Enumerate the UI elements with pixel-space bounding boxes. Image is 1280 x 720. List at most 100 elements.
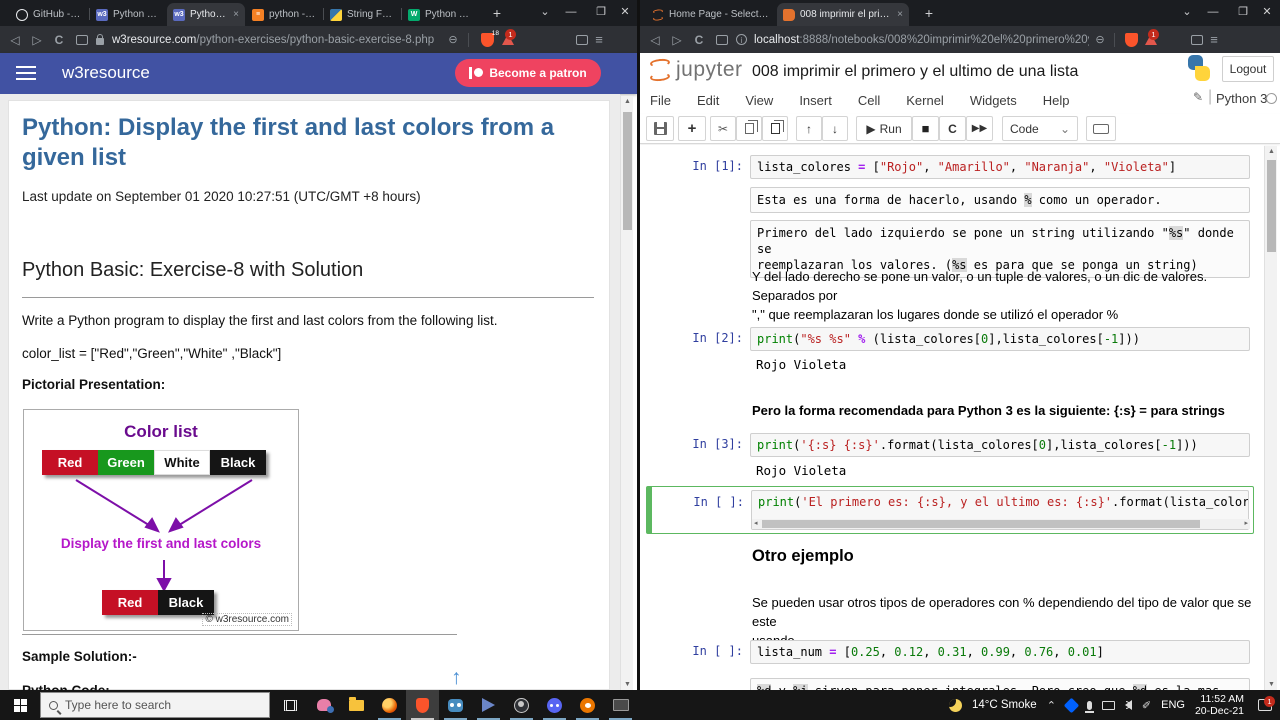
- markdown-cell-1[interactable]: Y del lado derecho se pone un valor, o u…: [752, 267, 1257, 324]
- maximize-button[interactable]: ❐: [1228, 0, 1258, 25]
- run-button[interactable]: ▶ Run: [856, 116, 912, 141]
- display-icon[interactable]: [1101, 700, 1115, 710]
- microphone-icon[interactable]: [1084, 700, 1094, 713]
- taskbar-app-obs[interactable]: [505, 690, 538, 720]
- stop-button[interactable]: ■: [912, 116, 939, 141]
- tab-stackoverflow[interactable]: ≡ python - How: [246, 3, 322, 26]
- close-button[interactable]: ✕: [613, 0, 637, 25]
- code-cell-1[interactable]: lista_colores = ["Rojo", "Amarillo", "Na…: [750, 155, 1250, 179]
- dropbox-icon[interactable]: [1063, 697, 1080, 713]
- browser-menu-icon[interactable]: ≡: [1203, 32, 1225, 47]
- scrollbar-right-window[interactable]: ▲ ▼: [1264, 146, 1277, 690]
- extension-icon[interactable]: 1: [502, 29, 516, 45]
- new-tab-button[interactable]: +: [918, 2, 940, 24]
- menu-widgets[interactable]: Widgets: [970, 93, 1017, 108]
- tab-python-basic[interactable]: w3 Python Basic: E: [90, 3, 166, 26]
- brave-shield-icon[interactable]: [1125, 32, 1138, 47]
- raw-cell-3[interactable]: %d y %i sirven para poner integrales. Pe…: [750, 678, 1250, 690]
- tab-github[interactable]: GitHub - javie: [10, 3, 88, 26]
- tab-string-format[interactable]: String Formatt: [324, 3, 400, 26]
- maximize-button[interactable]: ❐: [586, 0, 616, 25]
- weather-text[interactable]: 14°C Smoke: [972, 699, 1037, 711]
- edit-pencil-icon[interactable]: ✎: [1193, 90, 1203, 104]
- tab-close-icon[interactable]: ×: [897, 9, 903, 20]
- reload-icon[interactable]: C: [48, 33, 70, 47]
- jupyter-logo[interactable]: jupyter: [648, 57, 743, 83]
- notebook-title[interactable]: 008 imprimir el primero y el ultimo de u…: [752, 63, 1078, 81]
- forward-icon[interactable]: ▷: [26, 33, 48, 47]
- start-button[interactable]: [0, 690, 40, 720]
- back-to-top-arrow[interactable]: ↑: [451, 666, 462, 690]
- taskbar-app-blender[interactable]: [571, 690, 604, 720]
- menu-help[interactable]: Help: [1043, 93, 1070, 108]
- sidebar-icon[interactable]: [576, 34, 588, 45]
- notification-center-icon[interactable]: 1: [1258, 696, 1275, 711]
- tab-close-icon[interactable]: ×: [233, 9, 239, 20]
- taskbar-clock[interactable]: 11:52 AM 20-Dec-21: [1195, 693, 1244, 717]
- zoom-indicator-icon[interactable]: ⊖: [442, 33, 464, 46]
- hamburger-menu-icon[interactable]: [16, 66, 36, 84]
- horizontal-scrollbar[interactable]: ◂ ▸: [752, 519, 1250, 529]
- reload-icon[interactable]: C: [688, 33, 710, 47]
- forward-icon[interactable]: ▷: [666, 33, 688, 47]
- taskbar-app-discord[interactable]: [538, 690, 571, 720]
- taskbar-search[interactable]: Type here to search: [40, 692, 270, 718]
- zoom-indicator-icon[interactable]: ⊖: [1089, 33, 1111, 46]
- raw-cell-1[interactable]: Esta es una forma de hacerlo, usando % c…: [750, 187, 1250, 213]
- url-text[interactable]: localhost:8888/notebooks/008%20imprimir%…: [754, 34, 1089, 46]
- move-up-button[interactable]: ↑: [796, 116, 822, 141]
- copy-cell-button[interactable]: [736, 116, 762, 141]
- browser-menu-icon[interactable]: ≡: [588, 32, 610, 47]
- add-cell-button[interactable]: +: [678, 116, 706, 141]
- tab-python-string[interactable]: W Python String: [402, 3, 478, 26]
- taskbar-app-firefox[interactable]: [373, 690, 406, 720]
- logout-button[interactable]: Logout: [1222, 56, 1274, 82]
- bookmark-icon[interactable]: [716, 34, 728, 45]
- cell-type-dropdown[interactable]: Code ⌄: [1002, 116, 1078, 141]
- code-cell-5[interactable]: lista_num = [0.25, 0.12, 0.31, 0.99, 0.7…: [750, 640, 1250, 664]
- w3resource-brand[interactable]: w3resource: [62, 63, 150, 83]
- selected-code-cell[interactable]: In [ ]: print('El primero es: {:s}, y el…: [646, 486, 1254, 534]
- menu-view[interactable]: View: [745, 93, 773, 108]
- speaker-icon[interactable]: [1124, 700, 1132, 710]
- extension-icon[interactable]: 1: [1145, 29, 1159, 45]
- url-text[interactable]: w3resource.com/python-exercises/python-b…: [112, 34, 442, 46]
- close-button[interactable]: ✕: [1255, 0, 1279, 25]
- save-button[interactable]: [646, 116, 674, 141]
- bookmark-icon[interactable]: [76, 34, 88, 45]
- new-tab-button[interactable]: +: [486, 2, 508, 24]
- restart-kernel-button[interactable]: C: [939, 116, 966, 141]
- menu-kernel[interactable]: Kernel: [906, 93, 944, 108]
- cut-cell-button[interactable]: ✂: [710, 116, 736, 141]
- code-cell-2[interactable]: print("%s %s" % (lista_colores[0],lista_…: [750, 327, 1250, 351]
- tab-jupyter-home[interactable]: Home Page - Select or create a noteb: [646, 3, 776, 26]
- restart-run-all-button[interactable]: ▶▶: [966, 116, 993, 141]
- code-cell-3[interactable]: print('{:s} {:s}'.format(lista_colores[0…: [750, 433, 1250, 457]
- url-bar-right[interactable]: ◁ ▷ C i localhost:8888/notebooks/008%20i…: [640, 26, 1280, 53]
- tab-python-display-active[interactable]: w3 Python: Di ×: [167, 3, 245, 26]
- markdown-cell-2[interactable]: Pero la forma recomendada para Python 3 …: [752, 401, 1257, 420]
- move-down-button[interactable]: ↓: [822, 116, 848, 141]
- menu-cell[interactable]: Cell: [858, 93, 880, 108]
- task-view-button[interactable]: [274, 690, 307, 720]
- taskbar-app-paint3d[interactable]: [307, 690, 340, 720]
- paste-cell-button[interactable]: [762, 116, 788, 141]
- language-indicator[interactable]: ENG: [1161, 699, 1185, 711]
- taskbar-app-engine-blue[interactable]: [472, 690, 505, 720]
- menu-file[interactable]: File: [650, 93, 671, 108]
- minimize-button[interactable]: —: [556, 0, 586, 25]
- site-info-icon[interactable]: i: [736, 34, 747, 45]
- url-bar-left[interactable]: ◁ ▷ C w3resource.com/python-exercises/py…: [0, 26, 637, 53]
- minimize-button[interactable]: —: [1198, 0, 1228, 25]
- menu-insert[interactable]: Insert: [799, 93, 832, 108]
- back-icon[interactable]: ◁: [644, 33, 666, 47]
- taskbar-app-explorer[interactable]: [340, 690, 373, 720]
- menu-edit[interactable]: Edit: [697, 93, 719, 108]
- command-palette-button[interactable]: [1086, 116, 1116, 141]
- weather-icon[interactable]: [949, 698, 962, 712]
- scrollbar-left-window[interactable]: ▲ ▼: [620, 96, 633, 690]
- tab-notebook-active[interactable]: 008 imprimir el primero y el ultim ×: [777, 3, 909, 26]
- taskbar-app-brave[interactable]: [406, 690, 439, 720]
- sidebar-icon[interactable]: [1191, 34, 1203, 45]
- taskbar-app-remote-window[interactable]: [604, 690, 637, 720]
